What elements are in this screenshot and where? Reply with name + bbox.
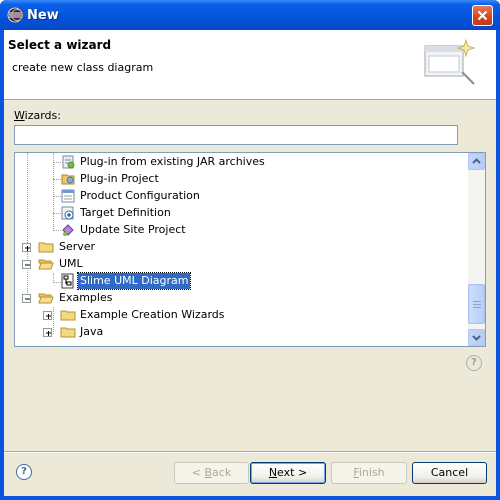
finish-button[interactable]: Finish <box>331 462 407 484</box>
tree-item-java[interactable]: Java <box>15 324 467 341</box>
tree-item-product-configuration[interactable]: Product Configuration <box>15 188 467 205</box>
wizards-label: Wizards: <box>14 109 61 122</box>
tree-item-label: Slime UML Diagram <box>76 272 192 290</box>
scroll-down-button[interactable] <box>468 329 485 346</box>
page-title: Select a wizard <box>8 38 112 52</box>
chevron-up-icon <box>472 158 481 164</box>
close-icon <box>477 10 488 21</box>
tree-scrollbar[interactable] <box>468 153 485 346</box>
collapse-toggle[interactable] <box>22 260 31 269</box>
uml-diagram-icon <box>61 273 74 289</box>
tree-item-update-site-project[interactable]: Update Site Project <box>15 222 467 239</box>
scroll-thumb[interactable] <box>468 284 485 324</box>
back-button[interactable]: < Back <box>174 462 249 484</box>
update-site-icon <box>62 224 74 236</box>
window-title: New <box>27 8 59 23</box>
tree-item-label: Server <box>59 240 96 253</box>
tree-item-label: Update Site Project <box>80 223 186 236</box>
tree-item-example-creation-wizards[interactable]: Example Creation Wizards <box>15 307 467 324</box>
new-wizard-dialog: New Select a wizard create new class dia… <box>0 0 500 500</box>
wizard-banner-icon <box>424 38 476 85</box>
minus-icon <box>25 298 30 300</box>
title-bar[interactable]: New <box>0 0 500 30</box>
tree-item-label: Plug-in Project <box>80 172 159 185</box>
scroll-up-button[interactable] <box>468 153 485 170</box>
tree-item-label: Product Configuration <box>80 189 200 202</box>
eclipse-icon <box>7 7 23 23</box>
tree-item-target-definition[interactable]: Target Definition <box>15 205 467 222</box>
tree-item-plugin-project[interactable]: Plug-in Project <box>15 171 467 188</box>
tree-item-label: Target Definition <box>80 206 171 219</box>
chevron-down-icon <box>472 335 481 341</box>
tree-item-plugin-from-jar[interactable]: Plug-in from existing JAR archives <box>15 154 467 171</box>
plugin-project-icon <box>61 174 75 185</box>
folder-open-icon <box>38 293 54 304</box>
collapse-toggle[interactable] <box>22 294 31 303</box>
description-help-icon: ? <box>466 355 482 371</box>
help-button[interactable]: ? <box>16 464 32 480</box>
tree-item-label: UML <box>59 257 83 270</box>
dialog-body: Select a wizard create new class diagram… <box>4 30 496 496</box>
folder-open-icon <box>38 259 54 270</box>
tree-item-slime-uml-diagram[interactable]: Slime UML Diagram <box>15 272 467 290</box>
cancel-button[interactable]: Cancel <box>412 462 487 484</box>
tree-item-examples[interactable]: Examples <box>15 290 467 307</box>
expand-toggle[interactable] <box>43 311 52 320</box>
minus-icon <box>25 264 30 266</box>
tree-item-label: Example Creation Wizards <box>80 308 225 321</box>
folder-icon <box>60 327 76 338</box>
wizard-filter-input[interactable] <box>14 125 458 145</box>
wizard-tree[interactable]: Plug-in from existing JAR archives Plug-… <box>14 152 486 347</box>
folder-icon <box>38 242 54 253</box>
target-definition-icon <box>61 206 74 220</box>
next-button[interactable]: Next > <box>250 462 326 484</box>
tree-item-uml[interactable]: UML <box>15 256 467 273</box>
close-button[interactable] <box>472 5 493 26</box>
tree-item-label: Examples <box>59 291 113 304</box>
tree-item-server[interactable]: Server <box>15 239 467 256</box>
plus-icon <box>46 314 51 319</box>
page-description: create new class diagram <box>12 61 154 74</box>
folder-icon <box>60 310 76 321</box>
plus-icon <box>25 246 30 251</box>
expand-toggle[interactable] <box>43 328 52 337</box>
tree-item-label: Java <box>80 325 104 338</box>
tree-item-label: Plug-in from existing JAR archives <box>80 155 265 168</box>
product-config-icon <box>61 189 75 203</box>
expand-toggle[interactable] <box>22 243 31 252</box>
wizard-header: Select a wizard create new class diagram <box>4 30 496 100</box>
jar-plugin-icon <box>62 155 75 169</box>
plus-icon <box>46 331 51 336</box>
button-bar-separator <box>4 451 496 453</box>
